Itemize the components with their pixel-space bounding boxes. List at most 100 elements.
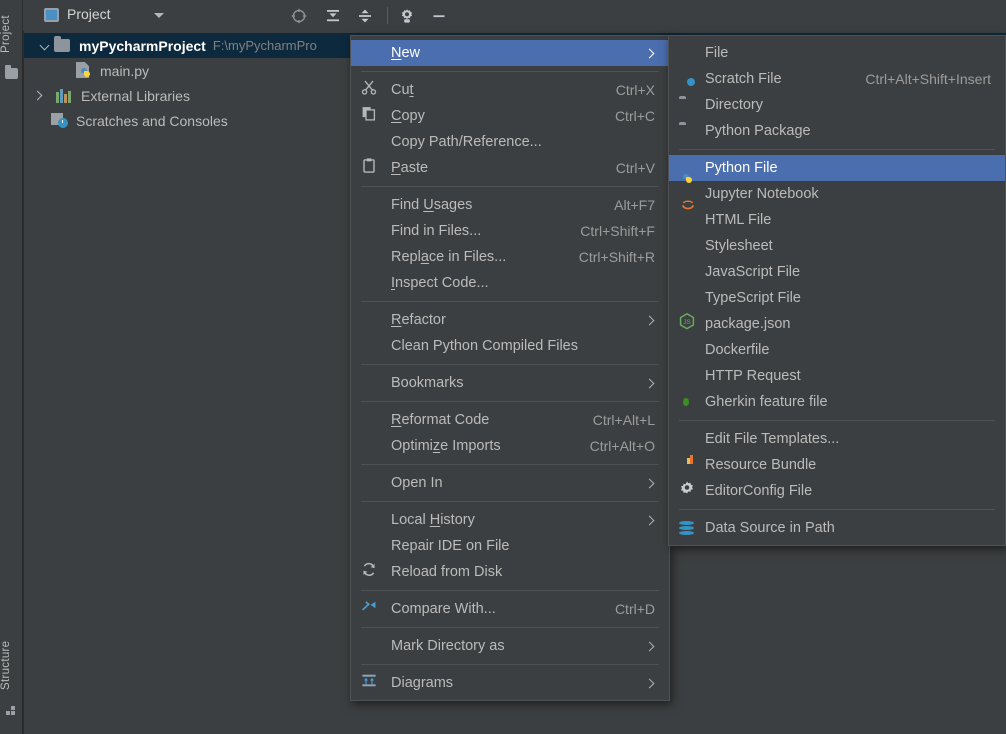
menu-separator [361,364,659,365]
submenu-item-stylesheet[interactable]: CSS Stylesheet [669,233,1005,259]
chevron-right-icon [644,515,655,525]
submenu-item-directory[interactable]: Directory [669,92,1005,118]
menu-item-label: Copy [391,108,425,124]
submenu-item-jupyter-notebook[interactable]: Jupyter Notebook [669,181,1005,210]
menu-item-repair-ide-on-file[interactable]: Repair IDE on File [351,533,669,559]
menu-item-cut[interactable]: Cut Ctrl+X [351,77,669,103]
new-submenu: File Scratch File Ctrl+Alt+Shift+Insert … [668,35,1006,546]
menu-item-refactor[interactable]: Refactor [351,307,669,333]
copy-icon [361,106,377,127]
tree-node-path: F:\myPycharmPro [212,38,317,53]
submenu-item-dockerfile[interactable]: D Dockerfile [669,337,1005,363]
submenu-item-file[interactable]: File [669,40,1005,66]
menu-item-label: Bookmarks [391,375,464,391]
submenu-item-label: Directory [705,97,764,113]
file-badge: CSS [681,239,692,246]
file-badge: TS [680,291,693,298]
menu-item-label: Local History [391,512,475,528]
chevron-collapsed-icon[interactable] [34,91,44,101]
chevron-down-icon[interactable] [154,13,164,18]
menu-item-mark-directory-as[interactable]: Mark Directory as [351,633,669,659]
menu-item-copy-path-reference[interactable]: Copy Path/Reference... [351,129,669,155]
chevron-right-icon [644,641,655,651]
library-icon [56,88,72,103]
scratches-icon [51,113,68,128]
editorconfig-icon [679,481,695,502]
submenu-item-label: TypeScript File [705,290,801,306]
submenu-item-edit-file-templates[interactable]: Edit File Templates... [669,426,1005,452]
context-menu: New Cut Ctrl+X Copy Ctrl+C Copy Path/Ref… [350,35,670,701]
menu-item-shortcut: Ctrl+Shift+R [578,249,655,265]
menu-separator [361,501,659,502]
collapse-all-icon[interactable] [357,8,373,24]
submenu-item-label: Edit File Templates... [705,431,840,447]
submenu-item-label: Jupyter Notebook [705,186,819,202]
menu-item-bookmarks[interactable]: Bookmarks [351,370,669,396]
submenu-item-http-request[interactable]: API HTTP Request [669,363,1005,389]
menu-item-copy[interactable]: Copy Ctrl+C [351,103,669,129]
tool-window-button-structure[interactable]: Structure [0,632,23,698]
submenu-item-editorconfig-file[interactable]: EditorConfig File [669,478,1005,504]
menu-item-label: Clean Python Compiled Files [391,338,578,354]
menu-item-label: Compare With... [391,601,496,617]
locate-target-icon[interactable] [291,8,307,24]
submenu-item-label: Scratch File [705,71,782,87]
project-toolbar: Project [23,0,1006,31]
menu-item-inspect-code[interactable]: Inspect Code... [351,270,669,296]
submenu-item-javascript-file[interactable]: JS JavaScript File [669,259,1005,285]
submenu-item-python-package[interactable]: Python Package [669,118,1005,144]
menu-item-compare-with[interactable]: Compare With... Ctrl+D [351,596,669,622]
menu-item-label: Open In [391,475,443,491]
menu-item-diagrams[interactable]: Diagrams [351,670,669,696]
submenu-item-python-file[interactable]: Python File [669,155,1005,183]
chevron-expanded-icon[interactable] [40,41,50,51]
file-badge: JS [680,265,693,272]
menu-item-reload-from-disk[interactable]: Reload from Disk [351,559,669,585]
menu-item-label: New [391,45,421,61]
menu-item-find-in-files[interactable]: Find in Files... Ctrl+Shift+F [351,218,669,244]
menu-item-reformat-code[interactable]: Reformat Code Ctrl+Alt+L [351,407,669,433]
chevron-right-icon [644,678,655,688]
menu-item-shortcut: Ctrl+V [615,160,655,176]
hide-minimize-icon[interactable] [431,8,447,24]
settings-gear-icon[interactable] [399,8,415,24]
menu-item-label: Refactor [391,312,446,328]
menu-item-paste[interactable]: Paste Ctrl+V [351,155,669,181]
menu-item-label: Cut [391,82,414,98]
submenu-item-gherkin-feature-file[interactable]: Gherkin feature file [669,389,1005,415]
submenu-item-resource-bundle[interactable]: Resource Bundle [669,452,1005,478]
submenu-item-label: Data Source in Path [705,520,835,536]
menu-item-clean-python-compiled-files[interactable]: Clean Python Compiled Files [351,333,669,359]
submenu-item-scratch-file[interactable]: Scratch File Ctrl+Alt+Shift+Insert [669,66,1005,92]
menu-item-local-history[interactable]: Local History [351,507,669,533]
menu-item-find-usages[interactable]: Find Usages Alt+F7 [351,192,669,218]
submenu-item-package-json[interactable]: JS package.json [669,311,1005,337]
menu-item-open-in[interactable]: Open In [351,470,669,496]
chevron-right-icon [644,378,655,388]
submenu-item-label: HTTP Request [705,368,801,384]
menu-item-replace-in-files[interactable]: Replace in Files... Ctrl+Shift+R [351,244,669,270]
expand-all-icon[interactable] [325,8,341,24]
submenu-item-label: File [705,45,729,61]
menu-item-shortcut: Alt+F7 [614,197,655,213]
tree-node-label: External Libraries [81,87,190,104]
file-badge: H [680,213,693,220]
file-badge: D [680,343,693,350]
submenu-item-label: Gherkin feature file [705,394,828,410]
menu-item-optimize-imports[interactable]: Optimize Imports Ctrl+Alt+O [351,433,669,459]
menu-item-label: Find in Files... [391,223,482,239]
menu-item-new[interactable]: New [351,40,669,66]
folder-icon [5,65,18,79]
submenu-item-html-file[interactable]: H HTML File [669,207,1005,233]
menu-item-label: Optimize Imports [391,438,501,454]
tool-window-button-project[interactable]: Project [0,3,23,65]
submenu-item-data-source-in-path[interactable]: Data Source in Path [669,515,1005,541]
python-file-icon [76,62,92,79]
tree-node-label: Scratches and Consoles [76,112,228,129]
chevron-right-icon [644,315,655,325]
submenu-item-label: HTML File [705,212,772,228]
menu-item-label: Inspect Code... [391,275,489,291]
menu-separator [679,420,995,421]
submenu-item-typescript-file[interactable]: TS TypeScript File [669,285,1005,311]
submenu-item-shortcut: Ctrl+Alt+Shift+Insert [865,71,991,87]
